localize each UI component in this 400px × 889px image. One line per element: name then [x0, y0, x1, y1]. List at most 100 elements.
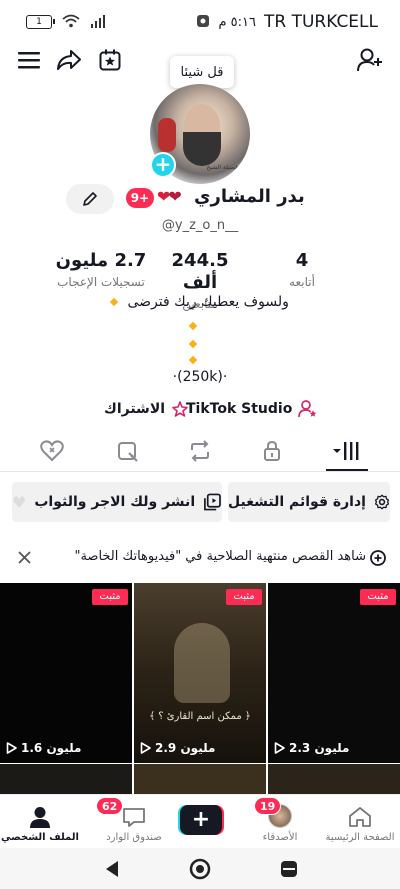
- diamond-icon: [109, 297, 119, 307]
- nav-home[interactable]: الصفحة الرئيسية: [320, 795, 400, 849]
- following-stat[interactable]: 4 أتابعه: [257, 250, 347, 289]
- lock-icon: [264, 440, 280, 461]
- diamond-icon: [188, 355, 198, 365]
- add-story-button[interactable]: +: [150, 152, 176, 178]
- bio-text: ولسوف يعطيك ربك فترضى: [127, 294, 289, 310]
- profile-icon: [30, 807, 50, 828]
- video-thumbnail[interactable]: مثبت 2.3 مليون: [268, 583, 400, 763]
- tab-favorites[interactable]: [106, 432, 150, 470]
- bio-line: ولسوف يعطيك ربك فترضى: [0, 294, 400, 310]
- likes-count: 2.7 مليون: [55, 250, 147, 271]
- nav-home-label: الصفحة الرئيسية: [325, 832, 395, 843]
- subscribe-link[interactable]: الاشتراك: [104, 400, 189, 418]
- subscribe-label: الاشتراك: [104, 401, 166, 417]
- video-thumbnail[interactable]: [134, 764, 266, 794]
- tab-reposts[interactable]: [178, 432, 222, 470]
- view-count: 1.6 مليون: [6, 741, 81, 755]
- notice-text: شاهد القصص منتهية الصلاحية في "فيديوهاتك…: [74, 549, 366, 564]
- manage-playlists-button[interactable]: إدارة قوائم التشغيل: [228, 482, 390, 522]
- back-triangle-icon[interactable]: [104, 860, 120, 878]
- settings-gear-icon: [374, 494, 390, 510]
- friends-count-badge: 19: [254, 797, 282, 815]
- signal-icon: [90, 13, 106, 32]
- tab-private[interactable]: [250, 432, 294, 470]
- manage-playlists-label: إدارة قوائم التشغيل: [228, 494, 366, 510]
- status-bar: 1 ٥:١٦ م TR TURKCELL: [0, 0, 400, 44]
- studio-icon: [298, 400, 317, 418]
- diamond-icon: [188, 339, 198, 349]
- favorites-icon: [118, 442, 138, 462]
- view-count: 2.9 مليون: [140, 741, 215, 755]
- profile-tabs: [0, 432, 400, 472]
- home-icon: [349, 807, 371, 827]
- video-grid-row-2: [0, 764, 400, 794]
- menu-icon[interactable]: [15, 46, 43, 74]
- nav-inbox-label: صندوق الوارد: [106, 832, 162, 843]
- tab-liked[interactable]: [30, 432, 74, 470]
- play-icon: [6, 742, 17, 754]
- home-circle-icon[interactable]: [189, 858, 211, 880]
- notification-icon: [196, 13, 210, 32]
- avatar-decoration: [158, 118, 176, 152]
- video-caption: ﴿ ممكن اسم القارئ ؟ ﴾: [149, 711, 251, 722]
- status-badge[interactable]: 9+: [126, 188, 154, 208]
- battery-icon: 1: [26, 15, 55, 29]
- inbox-count-badge: 62: [96, 797, 124, 815]
- thumbnail-figure: [174, 623, 230, 703]
- playlist-icon: [204, 493, 221, 511]
- followers-count: 244.5 ألف: [171, 250, 229, 293]
- tab-videos[interactable]: [325, 432, 369, 470]
- display-name: بدر المشاري: [194, 186, 305, 207]
- bio-followers-note: ·(250k)·: [172, 369, 228, 385]
- view-count: 2.3 مليون: [274, 741, 349, 755]
- play-icon: [274, 742, 285, 754]
- following-label: أتابعه: [289, 275, 315, 289]
- videos-grid-icon: [333, 442, 359, 460]
- video-thumbnail[interactable]: مثبت ﴿ ممكن اسم القارئ ؟ ﴾ 2.9 مليون: [134, 583, 266, 763]
- nav-friends[interactable]: 19 الأصدقاء: [240, 795, 320, 849]
- likes-stat[interactable]: 2.7 مليون تسجيلات الإعجاب: [51, 250, 151, 289]
- liked-videos-icon: [40, 440, 64, 462]
- expired-stories-notice[interactable]: شاهد القصص منتهية الصلاحية في "فيديوهاتك…: [0, 544, 400, 572]
- avatar-beard: [183, 132, 221, 166]
- nav-profile-label: الملف الشخصي: [1, 832, 79, 843]
- create-button[interactable]: +: [178, 805, 224, 835]
- add-circle-icon: [370, 550, 386, 566]
- studio-label: TikTok Studio: [186, 401, 293, 417]
- likes-label: تسجيلات الإعجاب: [57, 275, 145, 289]
- action-buttons: إدارة قوائم التشغيل انشر ولك الاجر والثو…: [0, 482, 400, 524]
- video-thumbnail[interactable]: [0, 764, 132, 794]
- edit-profile-button[interactable]: [66, 184, 114, 214]
- repost-icon: [191, 440, 209, 462]
- clock: ٥:١٦ م: [218, 14, 256, 30]
- pinned-badge: مثبت: [360, 589, 396, 605]
- nav-profile[interactable]: الملف الشخصي: [0, 795, 80, 849]
- wifi-icon: [62, 13, 80, 32]
- following-count: 4: [295, 250, 309, 271]
- white-heart-icon: ♥: [12, 492, 27, 512]
- system-navigation-bar: [0, 848, 400, 889]
- video-thumbnail[interactable]: مثبت 1.6 مليون: [0, 583, 132, 763]
- share-icon[interactable]: [55, 46, 83, 74]
- avatar-caption: فضيلة الشيخ: [206, 164, 238, 172]
- video-thumbnail[interactable]: [268, 764, 400, 794]
- username: @y_z_o_n__: [161, 218, 239, 233]
- play-icon: [140, 742, 151, 754]
- pencil-icon: [83, 192, 97, 206]
- calendar-star-icon[interactable]: [96, 46, 124, 74]
- share-reward-label: انشر ولك الاجر والثواب: [34, 494, 196, 510]
- recent-apps-icon[interactable]: [280, 860, 298, 878]
- add-friend-icon[interactable]: [356, 46, 384, 74]
- video-grid: مثبت 2.3 مليون مثبت ﴿ ممكن اسم القارئ ؟ …: [0, 583, 400, 765]
- carrier-name: TR TURKCELL: [263, 12, 378, 32]
- heart-emoji-icon: ❤❤: [157, 187, 182, 206]
- tiktok-studio-link[interactable]: TikTok Studio: [186, 400, 318, 418]
- close-icon[interactable]: [18, 551, 31, 564]
- share-reward-button[interactable]: انشر ولك الاجر والثواب ♥: [12, 482, 222, 522]
- nav-inbox[interactable]: 62 صندوق الوارد: [94, 795, 174, 849]
- inbox-icon: [123, 808, 145, 827]
- pinned-badge: مثبت: [226, 589, 262, 605]
- bottom-navigation: الصفحة الرئيسية 19 الأصدقاء + 62 صندوق ا…: [0, 794, 400, 848]
- pinned-badge: مثبت: [92, 589, 128, 605]
- plus-icon: +: [180, 805, 222, 835]
